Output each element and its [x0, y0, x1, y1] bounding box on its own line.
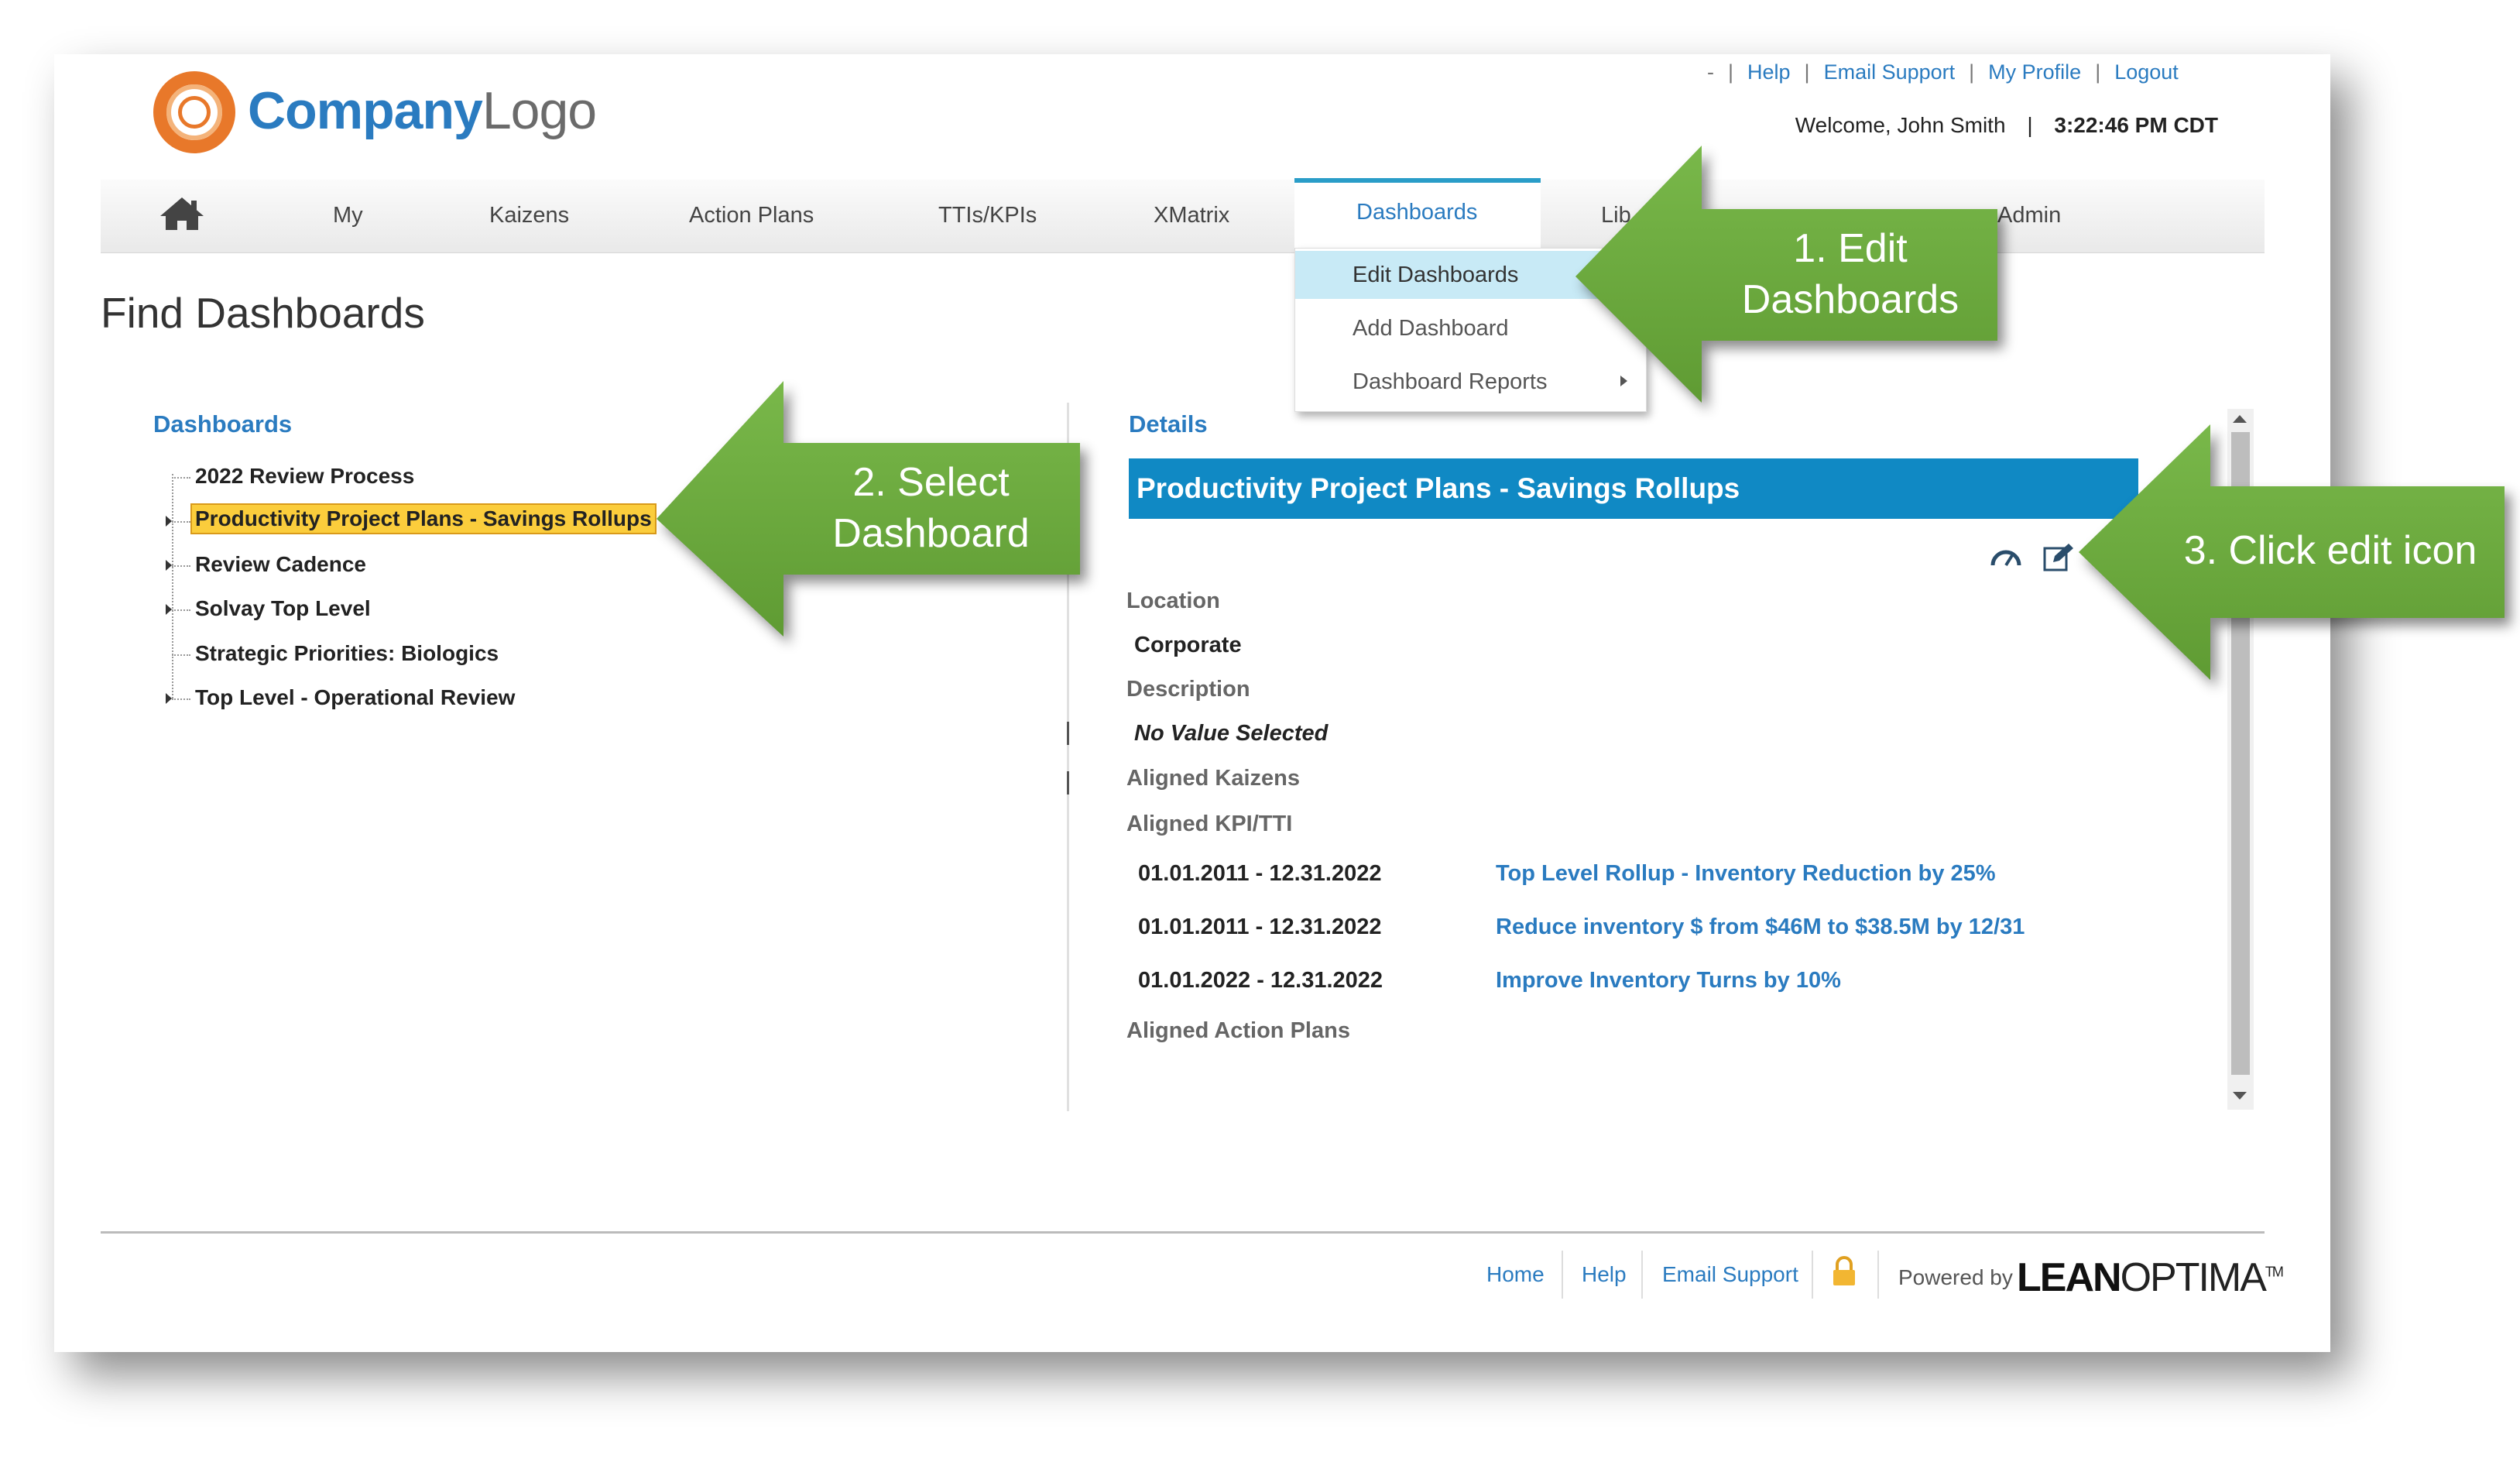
callout-click-edit-icon: 3. Click edit icon: [2183, 528, 2477, 573]
callout-edit-dashboards: 1. Edit Dashboards: [1741, 226, 1959, 322]
callout-overlay: [657, 146, 2505, 680]
callout-select-dashboard: 2. Select Dashboard: [832, 460, 1030, 556]
